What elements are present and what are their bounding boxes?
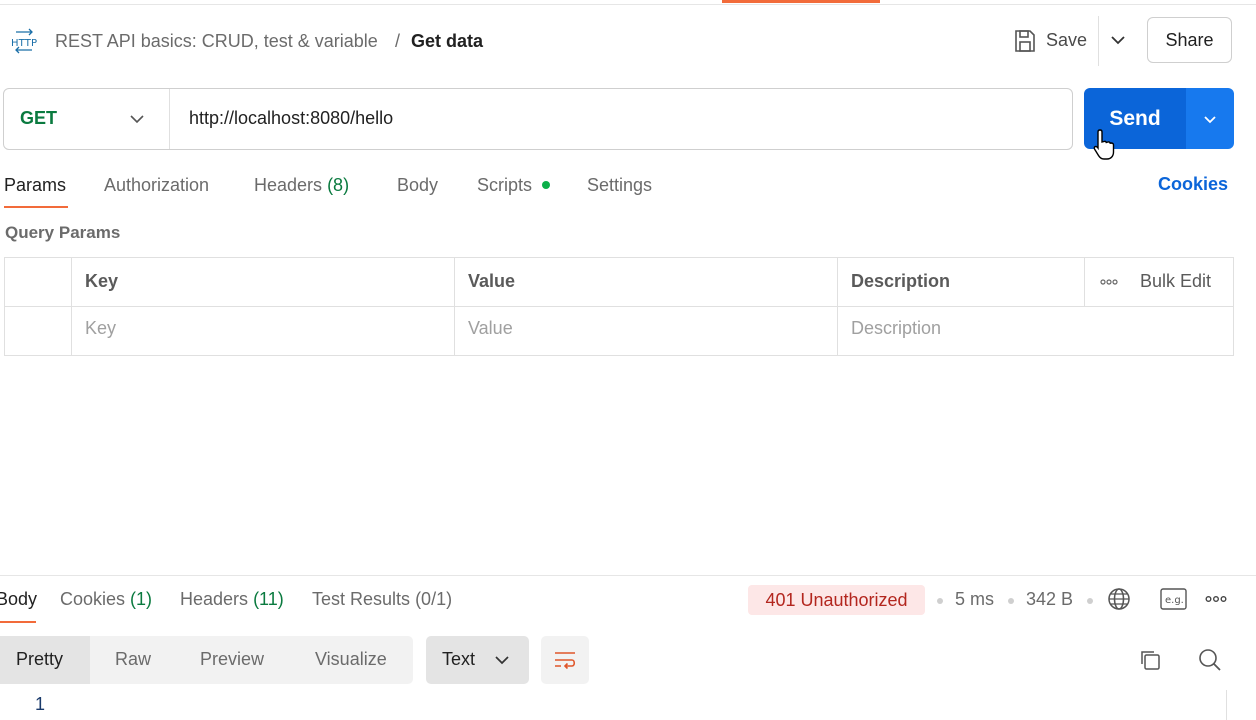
tab-headers-count: (8): [327, 175, 350, 195]
response-time[interactable]: 5 ms: [955, 589, 994, 610]
column-header-value: Value: [468, 271, 516, 291]
url-bar: [3, 88, 1073, 150]
tab-settings[interactable]: Settings: [587, 174, 652, 196]
format-select-label: Text: [442, 649, 476, 669]
view-preview[interactable]: Preview: [200, 649, 264, 670]
editor-scrollbar[interactable]: [1226, 690, 1227, 720]
example-icon[interactable]: e.g.: [1160, 588, 1187, 610]
cookies-link[interactable]: Cookies: [1158, 174, 1228, 195]
response-tab-headers-count: (11): [253, 589, 284, 609]
tab-params[interactable]: Params: [4, 174, 66, 196]
separator-dot: [1087, 598, 1093, 604]
view-raw[interactable]: Raw: [115, 649, 151, 670]
line-number: 1: [35, 694, 46, 714]
url-input[interactable]: http://localhost:8080/hello: [189, 108, 393, 129]
status-text: 401 Unauthorized: [765, 589, 908, 610]
response-divider: [0, 575, 1256, 576]
save-button[interactable]: Save: [1046, 30, 1087, 51]
more-options-icon[interactable]: [1100, 276, 1118, 288]
chevron-down-icon[interactable]: [127, 109, 147, 129]
view-pretty[interactable]: Pretty: [16, 649, 63, 670]
copy-icon[interactable]: [1138, 648, 1162, 672]
more-options-icon[interactable]: [1205, 594, 1227, 604]
svg-text:e.g.: e.g.: [1165, 595, 1184, 606]
response-tab-test-results-label: Test Results: [312, 589, 411, 609]
send-options-button[interactable]: [1186, 88, 1234, 149]
request-title[interactable]: Get data: [411, 30, 483, 52]
table-col-divider: [454, 257, 455, 356]
active-tab-indicator: [722, 0, 880, 3]
view-visualize[interactable]: Visualize: [315, 649, 387, 670]
tab-headers[interactable]: Headers (8): [254, 174, 349, 196]
description-input[interactable]: Description: [851, 318, 941, 339]
response-tab-cookies[interactable]: Cookies (1): [60, 589, 152, 610]
status-badge[interactable]: 401 Unauthorized: [748, 585, 925, 615]
globe-icon[interactable]: [1107, 587, 1131, 611]
share-button[interactable]: Share: [1147, 17, 1232, 63]
wrap-lines-button[interactable]: [541, 636, 589, 684]
tab-body[interactable]: Body: [397, 174, 438, 196]
share-label: Share: [1165, 29, 1214, 50]
tab-underline: [4, 206, 68, 208]
tab-scripts[interactable]: Scripts: [477, 174, 532, 196]
send-label: Send: [1109, 106, 1161, 130]
response-tab-test-results[interactable]: Test Results (0/1): [312, 589, 452, 610]
table-divider: [4, 306, 1234, 307]
scripts-status-dot: [542, 181, 550, 189]
separator-dot: [1008, 598, 1014, 604]
header-divider: [1098, 16, 1099, 66]
chevron-down-icon: [1204, 115, 1216, 123]
chevron-down-icon[interactable]: [493, 651, 511, 669]
value-input[interactable]: Value: [468, 318, 513, 339]
response-tab-test-results-count: (0/1): [415, 589, 453, 609]
hand-cursor-icon: [1093, 129, 1115, 160]
column-header-key: Key: [85, 271, 119, 291]
tab-headers-label: Headers: [254, 175, 323, 195]
response-size[interactable]: 342 B: [1026, 589, 1073, 610]
svg-text:HTTP: HTTP: [11, 38, 37, 49]
http-icon: HTTP: [11, 28, 37, 54]
response-tab-body[interactable]: Body: [0, 589, 37, 610]
response-tab-cookies-label: Cookies: [60, 589, 126, 609]
table-col-divider: [71, 257, 72, 356]
tab-authorization[interactable]: Authorization: [104, 174, 209, 196]
chevron-down-icon[interactable]: [1108, 30, 1128, 50]
breadcrumb-separator: /: [395, 31, 401, 51]
table-col-divider: [1084, 257, 1085, 306]
response-tab-headers-label: Headers: [180, 589, 249, 609]
query-params-title: Query Params: [5, 223, 121, 242]
bulk-edit-button[interactable]: Bulk Edit: [1140, 271, 1211, 292]
table-col-divider: [837, 257, 838, 356]
separator-dot: [937, 598, 943, 604]
response-tab-cookies-count: (1): [130, 589, 153, 609]
breadcrumb-collection[interactable]: REST API basics: CRUD, test & variable: [55, 30, 378, 52]
method-divider: [169, 89, 170, 149]
save-icon[interactable]: [1013, 28, 1037, 54]
top-border: [0, 0, 1256, 5]
wrap-lines-icon: [555, 652, 576, 670]
response-tab-headers[interactable]: Headers (11): [180, 589, 284, 610]
search-icon[interactable]: [1197, 647, 1222, 672]
key-input[interactable]: Key: [85, 318, 116, 339]
column-header-description: Description: [851, 271, 951, 291]
response-tab-underline: [0, 621, 36, 623]
method-select[interactable]: GET: [20, 108, 57, 129]
